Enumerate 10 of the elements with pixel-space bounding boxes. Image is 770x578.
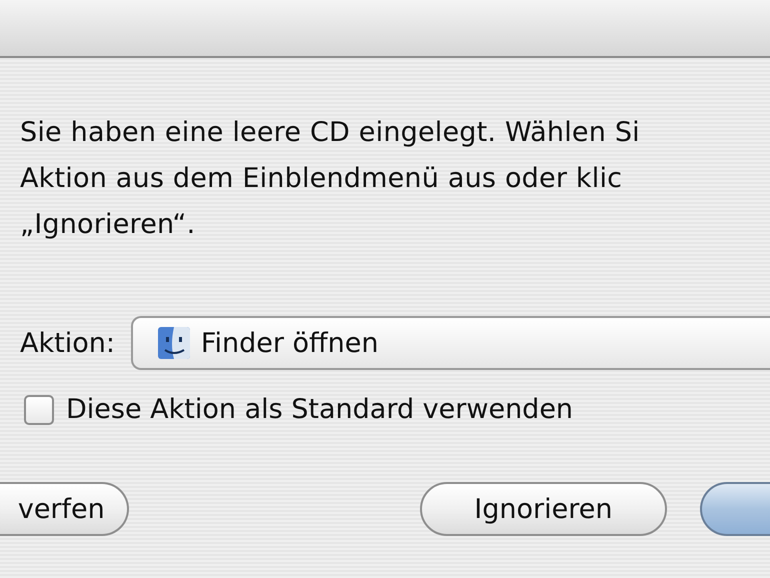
- default-button[interactable]: [700, 482, 770, 536]
- action-label: Aktion:: [20, 328, 115, 358]
- default-checkbox[interactable]: [24, 394, 54, 424]
- dialog-message: Sie haben eine leere CD eingelegt. Wählen Si Aktion aus dem Einblendmenü aus oder klic „Ignorieren“.: [20, 116, 641, 242]
- finder-icon: [156, 325, 191, 361]
- ignore-button[interactable]: Ignorieren: [420, 482, 667, 536]
- cut-off-button[interactable]: verfen: [0, 482, 129, 536]
- popup-value: Finder öffnen: [200, 328, 378, 358]
- checkbox-label: Diese Aktion als Standard verwenden: [66, 394, 574, 425]
- action-popup-menu[interactable]: Finder öffnen: [130, 316, 770, 370]
